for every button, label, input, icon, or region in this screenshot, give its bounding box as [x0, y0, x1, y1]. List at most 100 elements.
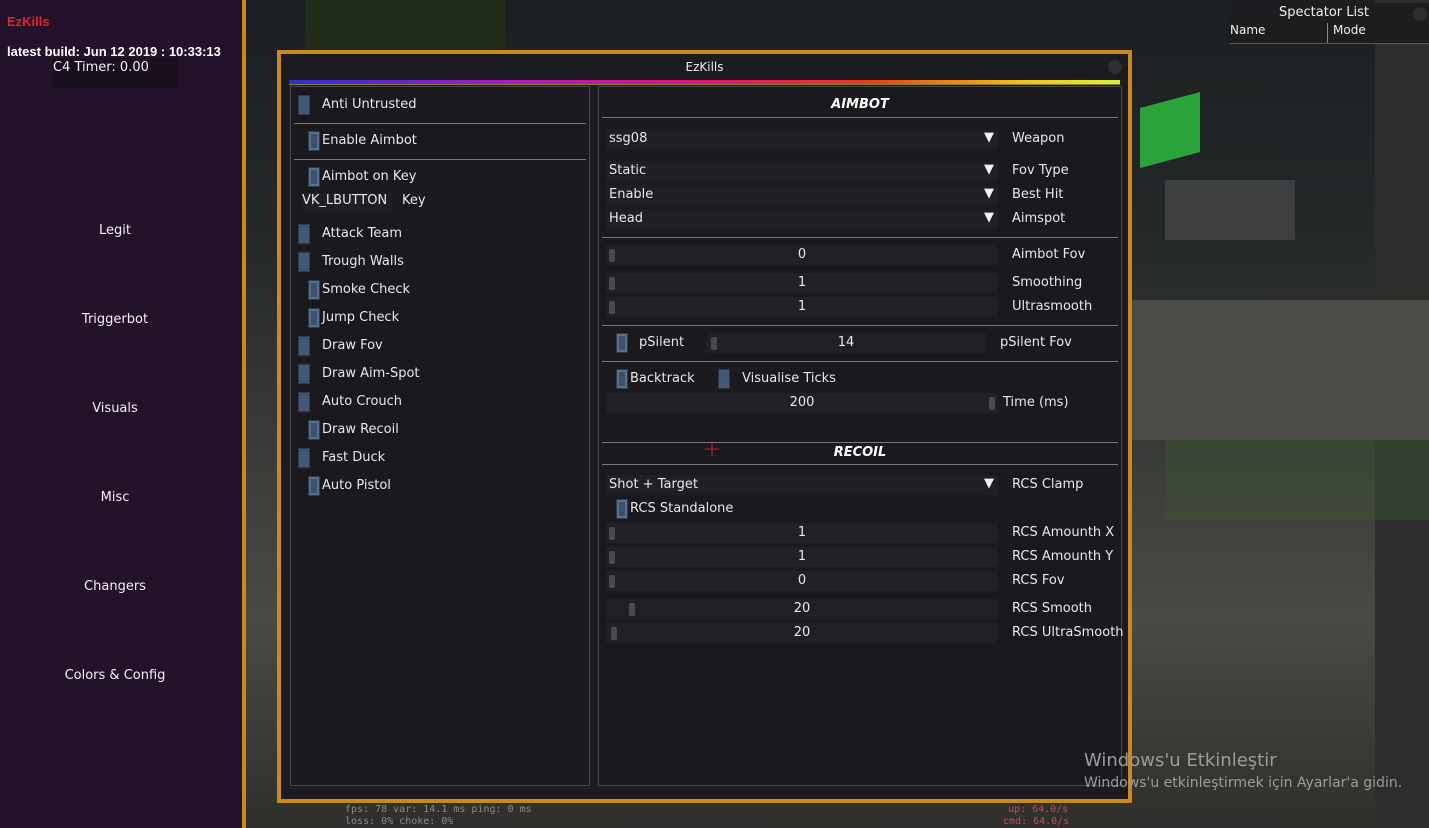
rcs-standalone-checkbox[interactable]	[616, 499, 628, 519]
spectator-list[interactable]: Spectator List Name Mode	[1229, 3, 1429, 44]
fov-type-dropdown[interactable]: Static ▼	[606, 161, 998, 181]
ezkills-window[interactable]: EzKills Anti Untrusted Enable Aimbot Aim…	[277, 50, 1132, 803]
sidebar-item-misc[interactable]: Misc	[0, 490, 230, 505]
divider	[602, 442, 1118, 443]
divider	[294, 159, 586, 160]
chevron-down-icon: ▼	[984, 162, 994, 177]
weapon-value: ssg08	[609, 131, 648, 146]
spectator-col-name: Name	[1230, 23, 1266, 37]
auto-pistol-checkbox[interactable]	[308, 476, 320, 496]
draw-recoil-label: Draw Recoil	[322, 422, 399, 437]
divider	[602, 361, 1118, 362]
sidebar-item-visuals[interactable]: Visuals	[0, 401, 230, 416]
rcs-smooth-slider[interactable]: 20	[606, 599, 998, 619]
c4-timer: C4 Timer: 0.00	[53, 60, 149, 75]
psilent-fov-label: pSilent Fov	[1000, 335, 1072, 350]
anti-untrusted-checkbox[interactable]	[298, 95, 310, 115]
build-info: latest build: Jun 12 2019 : 10:33:13	[7, 44, 221, 59]
activation-watermark-text: Windows'u etkinleştirmek için Ayarlar'a …	[1084, 775, 1403, 791]
best-hit-dropdown[interactable]: Enable ▼	[606, 185, 998, 205]
jump-check-checkbox[interactable]	[308, 308, 320, 328]
ultrasmooth-label: Ultrasmooth	[1012, 299, 1093, 314]
auto-pistol-label: Auto Pistol	[322, 478, 391, 493]
auto-crouch-checkbox[interactable]	[298, 392, 310, 412]
aimbot-on-key-checkbox[interactable]	[308, 167, 320, 187]
smoothing-label: Smoothing	[1012, 275, 1083, 290]
aimspot-label: Aimspot	[1012, 211, 1066, 226]
rcs-fov-value: 0	[797, 573, 807, 588]
sidebar-item-colors-config[interactable]: Colors & Config	[0, 668, 230, 683]
ultrasmooth-value: 1	[797, 299, 807, 314]
fov-type-label: Fov Type	[1012, 163, 1069, 178]
smoke-check-checkbox[interactable]	[308, 280, 320, 300]
window-title: EzKills	[685, 60, 724, 74]
brand-label: EzKills	[7, 14, 50, 29]
trough-walls-label: Trough Walls	[322, 254, 404, 269]
fast-duck-checkbox[interactable]	[298, 448, 310, 468]
fast-duck-label: Fast Duck	[322, 450, 386, 465]
aimbot-on-key-label: Aimbot on Key	[322, 169, 417, 184]
netgraph-line: loss: 0% choke: 0%	[345, 816, 454, 827]
aimspot-dropdown[interactable]: Head ▼	[606, 209, 998, 229]
spectator-list-title: Spectator List	[1279, 5, 1369, 20]
draw-recoil-checkbox[interactable]	[308, 420, 320, 440]
visualise-ticks-checkbox[interactable]	[718, 369, 730, 389]
rcs-ultrasmooth-slider[interactable]: 20	[606, 623, 998, 643]
draw-fov-label: Draw Fov	[322, 338, 383, 353]
netgraph-line: cmd: 64.0/s	[1003, 816, 1070, 827]
sidebar-item-legit[interactable]: Legit	[0, 223, 230, 238]
rcs-clamp-value: Shot + Target	[609, 477, 698, 492]
rcs-fov-slider[interactable]: 0	[606, 571, 998, 591]
psilent-fov-value: 14	[837, 335, 855, 350]
draw-fov-checkbox[interactable]	[298, 336, 310, 356]
window-close-button[interactable]	[1108, 60, 1122, 74]
backtrack-label: Backtrack	[630, 371, 695, 386]
rcs-clamp-dropdown[interactable]: Shot + Target ▼	[606, 475, 998, 495]
sidebar: EzKills latest build: Jun 12 2019 : 10:3…	[0, 0, 242, 828]
sidebar-item-changers[interactable]: Changers	[0, 579, 230, 594]
rcs-amount-y-slider[interactable]: 1	[606, 547, 998, 567]
aimbot-fov-slider[interactable]: 0	[606, 245, 998, 265]
sidebar-item-triggerbot[interactable]: Triggerbot	[0, 312, 230, 327]
divider	[294, 123, 586, 124]
psilent-fov-slider[interactable]: 14	[706, 333, 986, 353]
attack-team-label: Attack Team	[322, 226, 402, 241]
smoke-check-label: Smoke Check	[322, 282, 411, 297]
chevron-down-icon: ▼	[984, 130, 994, 145]
trough-walls-checkbox[interactable]	[298, 252, 310, 272]
smoothing-slider[interactable]: 1	[606, 273, 998, 293]
visualise-ticks-label: Visualise Ticks	[742, 371, 836, 386]
backtrack-time-slider[interactable]: 200	[606, 393, 998, 413]
rcs-clamp-label: RCS Clamp	[1012, 477, 1084, 492]
draw-aim-spot-checkbox[interactable]	[298, 364, 310, 384]
ultrasmooth-slider[interactable]: 1	[606, 297, 998, 317]
rcs-fov-label: RCS Fov	[1012, 573, 1065, 588]
fov-type-value: Static	[609, 163, 647, 178]
sidebar-border	[242, 0, 246, 828]
rcs-amount-x-value: 1	[797, 525, 807, 540]
psilent-checkbox[interactable]	[616, 333, 628, 353]
draw-aim-spot-label: Draw Aim-Spot	[322, 366, 420, 381]
rcs-smooth-value: 20	[793, 601, 811, 616]
weapon-label: Weapon	[1012, 131, 1065, 146]
jump-check-label: Jump Check	[322, 310, 400, 325]
rcs-standalone-label: RCS Standalone	[630, 501, 734, 516]
spectator-close-button[interactable]	[1413, 7, 1427, 21]
rcs-smooth-label: RCS Smooth	[1012, 601, 1093, 616]
spectator-col-divider	[1327, 23, 1328, 43]
anti-untrusted-label: Anti Untrusted	[322, 97, 417, 112]
weapon-dropdown[interactable]: ssg08 ▼	[606, 129, 998, 149]
best-hit-label: Best Hit	[1012, 187, 1064, 202]
divider	[602, 117, 1118, 118]
aimbot-key-input[interactable]: VK_LBUTTON	[302, 193, 392, 211]
attack-team-checkbox[interactable]	[298, 224, 310, 244]
enable-aimbot-checkbox[interactable]	[308, 131, 320, 151]
legit-options-panel: Anti Untrusted Enable Aimbot Aimbot on K…	[290, 86, 590, 786]
divider	[602, 325, 1118, 326]
divider	[602, 464, 1118, 465]
rainbow-bar-underline	[289, 84, 1120, 85]
backtrack-checkbox[interactable]	[616, 369, 628, 389]
smoothing-value: 1	[797, 275, 807, 290]
aimspot-value: Head	[609, 211, 643, 226]
rcs-amount-x-slider[interactable]: 1	[606, 523, 998, 543]
